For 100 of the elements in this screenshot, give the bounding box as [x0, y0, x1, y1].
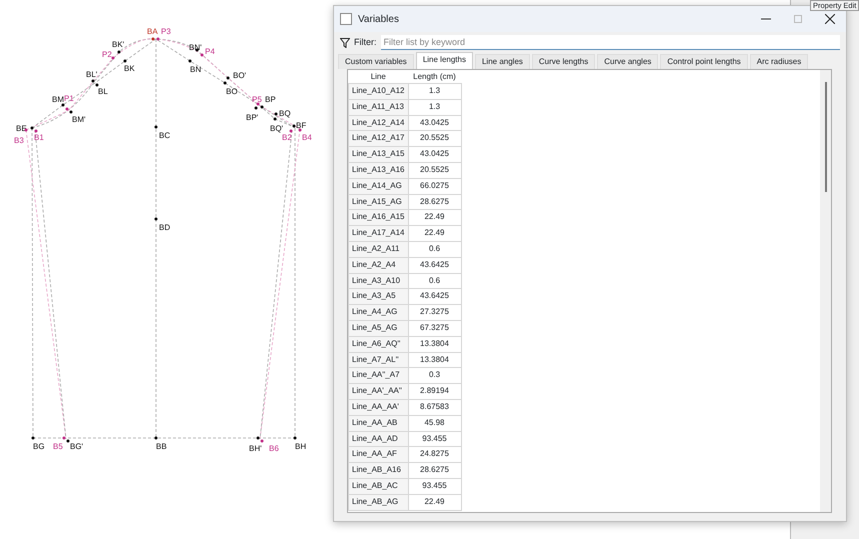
table-cell: Line_A4_AG [348, 304, 408, 320]
table-cell: Line_A15_AG [348, 194, 408, 210]
table-cell: 43.0425 [408, 115, 461, 131]
table-cell: Line_A3_A5 [348, 288, 408, 305]
table-cell: 43.6425 [408, 257, 461, 274]
table-cell: 13.3804 [408, 352, 461, 368]
point-label: B5 [53, 442, 63, 451]
table-cell: 0.6 [408, 241, 461, 258]
table-cell: 0.6 [408, 273, 461, 289]
table-cell: Line_A2_A4 [348, 257, 408, 274]
table-cell: Line_AA''_A7 [348, 368, 408, 384]
table-cell: 1.3 [408, 99, 461, 116]
point-label: B3 [14, 136, 24, 145]
tab[interactable]: Custom variables [338, 54, 414, 69]
point-label: B6 [269, 444, 279, 453]
table-cell: Line_A5_AG [348, 320, 408, 336]
point-label: P4 [205, 47, 215, 56]
point-label: BO' [233, 71, 246, 80]
table-cell: Line_A3_A10 [348, 273, 408, 289]
point-label: BG [33, 442, 45, 451]
table-cell: 1.3 [408, 84, 461, 100]
table-cell: 22.49 [408, 494, 461, 510]
tab[interactable]: Control point lengths [660, 54, 748, 69]
table-cell: Line_A14_AG [348, 178, 408, 194]
filter-field[interactable]: Filter list by keyword [380, 35, 840, 50]
table-cell: 45.98 [408, 415, 461, 432]
tab[interactable]: Line lengths [416, 52, 473, 69]
point-label: BC [159, 131, 170, 140]
table-cell: 43.6425 [408, 288, 461, 305]
point-label: BB [156, 442, 167, 451]
table-cell: Line_A16_A15 [348, 210, 408, 226]
table-cell: Line_AA'_AA'' [348, 384, 408, 400]
table-cell: 0.3 [408, 368, 461, 384]
point-label: BA [147, 27, 158, 36]
table-cell: Line_AB_AC [348, 478, 408, 494]
tab[interactable]: Curve angles [597, 54, 658, 69]
point-label: P3 [161, 27, 171, 36]
table-cell: 28.6275 [408, 194, 461, 210]
table-cell: Line_A12_A14 [348, 115, 408, 131]
table-cell: 22.49 [408, 226, 461, 242]
table-cell: 93.455 [408, 431, 461, 447]
point-label: BG' [70, 442, 84, 451]
table-cell: 2.89194 [408, 384, 461, 400]
point-label: BM [52, 95, 64, 104]
point-label: BL [98, 87, 108, 96]
table-cell: Line_A13_A15 [348, 146, 408, 162]
point-label: P5 [252, 95, 262, 104]
table-cell: Line_A2_A11 [348, 241, 408, 258]
scrollbar[interactable] [820, 70, 831, 512]
tab[interactable]: Arc radiuses [750, 54, 808, 69]
point-label: BE [16, 124, 27, 133]
table-cell: Line_A10_A12 [348, 84, 408, 100]
point-label: B2 [282, 133, 292, 142]
table-cell: Line_A12_A17 [348, 130, 408, 147]
table-cell: 66.0275 [408, 178, 461, 194]
point-label: BQ [279, 109, 291, 118]
table-cell: Line_A7_AL'' [348, 352, 408, 368]
window-title: Variables [358, 12, 400, 26]
point-label: BQ' [270, 124, 284, 133]
table-cell: Line_AB_A16 [348, 462, 408, 478]
table-cell: 27.3275 [408, 304, 461, 320]
point-label: BN [190, 65, 202, 74]
table-cell: Line_AA_AF [348, 446, 408, 463]
tab[interactable]: Line angles [474, 54, 530, 69]
filter-icon [340, 38, 350, 48]
table-cell: 28.6275 [408, 462, 461, 478]
point-label: BP' [246, 113, 258, 122]
point-label: BO [226, 87, 238, 96]
table-cell: Line_A17_A14 [348, 226, 408, 242]
column-header: Line [348, 70, 408, 84]
point-label: B4 [302, 133, 312, 142]
table-cell: 22.49 [408, 210, 461, 226]
table-cell: Line_A11_A13 [348, 99, 408, 116]
table-cell: 20.5525 [408, 130, 461, 147]
table-cell: Line_AA_AD [348, 431, 408, 447]
table-cell: 20.5525 [408, 162, 461, 178]
table-cell: Line_AA_AB [348, 415, 408, 432]
table-cell: Line_AB_AG [348, 494, 408, 510]
table-cell: Line_A13_A16 [348, 162, 408, 178]
point-label: BF [296, 121, 306, 130]
scrollbar-thumb[interactable] [825, 82, 827, 192]
point-label: BM' [72, 115, 86, 124]
close-icon[interactable] [825, 14, 835, 24]
point-label: BL' [86, 70, 98, 79]
table-cell: Line_AA_AA' [348, 399, 408, 416]
column-header: Length (cm) [408, 70, 461, 84]
point-label: BH' [249, 444, 262, 453]
point-label: B1 [34, 133, 44, 142]
filter-label: Filter: [354, 36, 376, 49]
point-label: BP [265, 95, 276, 104]
tab[interactable]: Curve lengths [532, 54, 596, 69]
point-label: BH [295, 442, 306, 451]
point-label: P1 [64, 94, 74, 103]
point-label: BK [124, 64, 135, 73]
table-cell: Line_A6_AQ'' [348, 336, 408, 352]
point-label: P2 [102, 50, 112, 59]
table-cell: 8.67583 [408, 399, 461, 416]
table-cell: 13.3804 [408, 336, 461, 352]
table-cell: 24.8275 [408, 446, 461, 463]
point-label: BN' [189, 43, 202, 52]
